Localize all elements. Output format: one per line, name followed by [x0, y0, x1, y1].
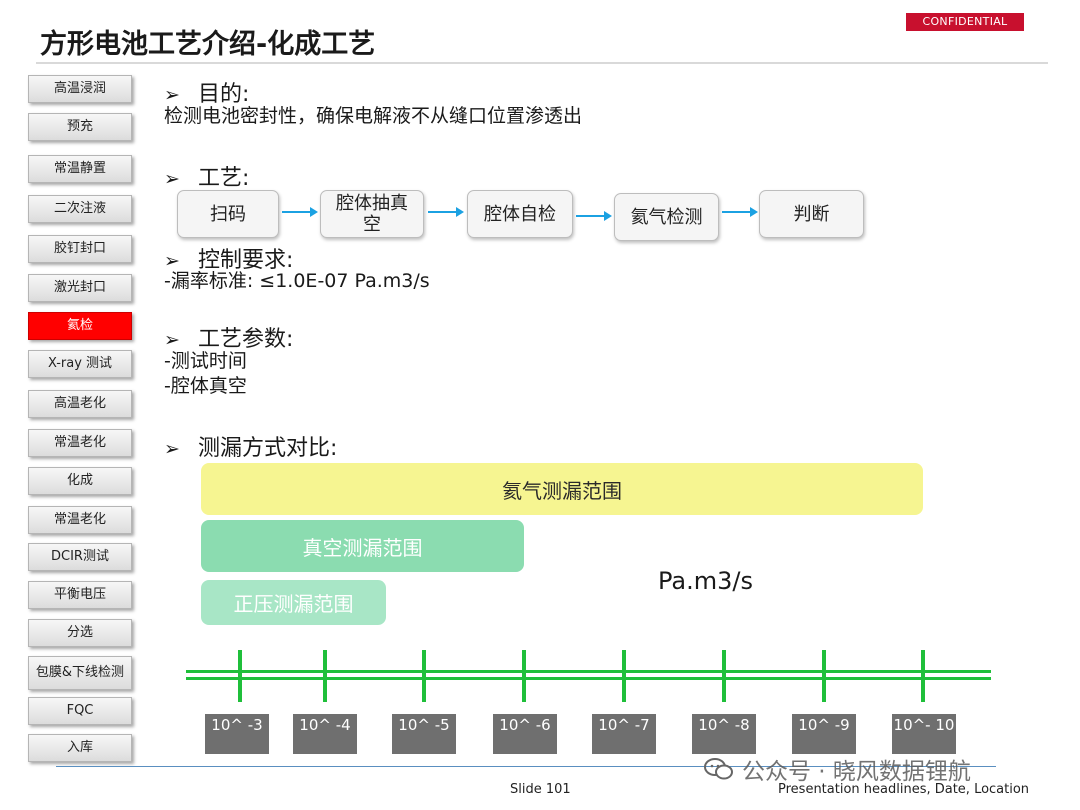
- scale-label: 10^ -5: [392, 714, 456, 754]
- params-line-chamber-vacuum: -腔体真空: [164, 375, 247, 397]
- unit-label: Pa.m3/s: [658, 567, 753, 595]
- watermark: 公众号 · 晓风数据锂航: [704, 752, 971, 786]
- title-divider: [36, 62, 1048, 64]
- sidebar-item-xray-test[interactable]: X-ray 测试: [28, 350, 132, 378]
- sidebar-item-high-temp-soak[interactable]: 高温浸润: [28, 75, 132, 103]
- compare-heading: ➢ 测漏方式对比:: [164, 430, 337, 462]
- flow-step-judge: 判断: [759, 190, 864, 238]
- sidebar-item-room-temp-aging[interactable]: 常温老化: [28, 429, 132, 457]
- scale-tick: [921, 650, 925, 702]
- scale-label: 10^ -9: [792, 714, 856, 754]
- scale-tick: [522, 650, 526, 702]
- scale-label: 10^ -8: [692, 714, 756, 754]
- sidebar-item-fqc[interactable]: FQC: [28, 697, 132, 725]
- sidebar-item-rubber-nail-seal[interactable]: 胶钉封口: [28, 235, 132, 263]
- bullet-arrow-icon: ➢: [164, 168, 180, 190]
- sidebar-item-dcir-test[interactable]: DCIR测试: [28, 543, 132, 571]
- sidebar-item-film-offline-test[interactable]: 包膜&下线检测: [28, 656, 132, 690]
- process-heading: ➢ 工艺:: [164, 160, 249, 192]
- scale-label: 10^- 10: [892, 714, 956, 754]
- slide-title: 方形电池工艺介绍-化成工艺: [40, 29, 376, 60]
- slide-number: Slide 101: [510, 782, 571, 797]
- scale-tick: [238, 650, 242, 702]
- flow-arrow-icon: [428, 207, 464, 217]
- sidebar-item-helium-check[interactable]: 氦检: [28, 312, 132, 340]
- sidebar-item-second-injection[interactable]: 二次注液: [28, 195, 132, 223]
- compare-heading-text: 测漏方式对比:: [198, 436, 338, 461]
- flow-arrow-icon: [722, 207, 758, 217]
- sidebar-item-sorting[interactable]: 分选: [28, 619, 132, 647]
- sidebar-item-formation[interactable]: 化成: [28, 467, 132, 495]
- sidebar-item-room-temp-rest[interactable]: 常温静置: [28, 155, 132, 183]
- flow-step-helium-test: 氦气检测: [614, 193, 719, 241]
- sidebar-item-high-temp-aging[interactable]: 高温老化: [28, 390, 132, 418]
- scale-label: 10^ -4: [293, 714, 357, 754]
- control-text: -漏率标准: ≤1.0E-07 Pa.m3/s: [164, 270, 430, 292]
- flow-step-self-check: 腔体自检: [467, 190, 573, 238]
- flow-arrow-icon: [282, 207, 318, 217]
- scale-tick: [323, 650, 327, 702]
- process-heading-text: 工艺:: [198, 166, 250, 191]
- helium-range-bar: 氦气测漏范围: [201, 463, 923, 515]
- sidebar-item-warehousing[interactable]: 入库: [28, 734, 132, 762]
- scale-line-top: [186, 670, 991, 673]
- sidebar-item-laser-seal[interactable]: 激光封口: [28, 274, 132, 302]
- bullet-arrow-icon: ➢: [164, 438, 180, 460]
- sidebar-item-balance-voltage[interactable]: 平衡电压: [28, 581, 132, 609]
- scale-tick: [422, 650, 426, 702]
- flow-step-vacuum: 腔体抽真空: [320, 190, 424, 238]
- wechat-icon: [704, 758, 733, 780]
- confidential-badge: CONFIDENTIAL: [906, 13, 1024, 31]
- positive-pressure-range-bar: 正压测漏范围: [201, 580, 386, 625]
- params-line-test-time: -测试时间: [164, 350, 247, 372]
- scale-tick: [722, 650, 726, 702]
- scale-line-bottom: [186, 677, 991, 680]
- scale-label: 10^ -7: [592, 714, 656, 754]
- vacuum-range-bar: 真空测漏范围: [201, 520, 524, 572]
- sidebar-item-precharge[interactable]: 预充: [28, 113, 132, 141]
- flow-step-scan: 扫码: [177, 190, 279, 238]
- scale-label: 10^ -3: [205, 714, 269, 754]
- scale-tick: [622, 650, 626, 702]
- watermark-text: 公众号 · 晓风数据锂航: [742, 759, 971, 785]
- purpose-text: 检测电池密封性，确保电解液不从缝口位置渗透出: [164, 105, 583, 127]
- scale-tick: [822, 650, 826, 702]
- flow-arrow-icon: [576, 211, 612, 221]
- scale-label: 10^ -6: [493, 714, 557, 754]
- sidebar-item-room-temp-aging-2[interactable]: 常温老化: [28, 506, 132, 534]
